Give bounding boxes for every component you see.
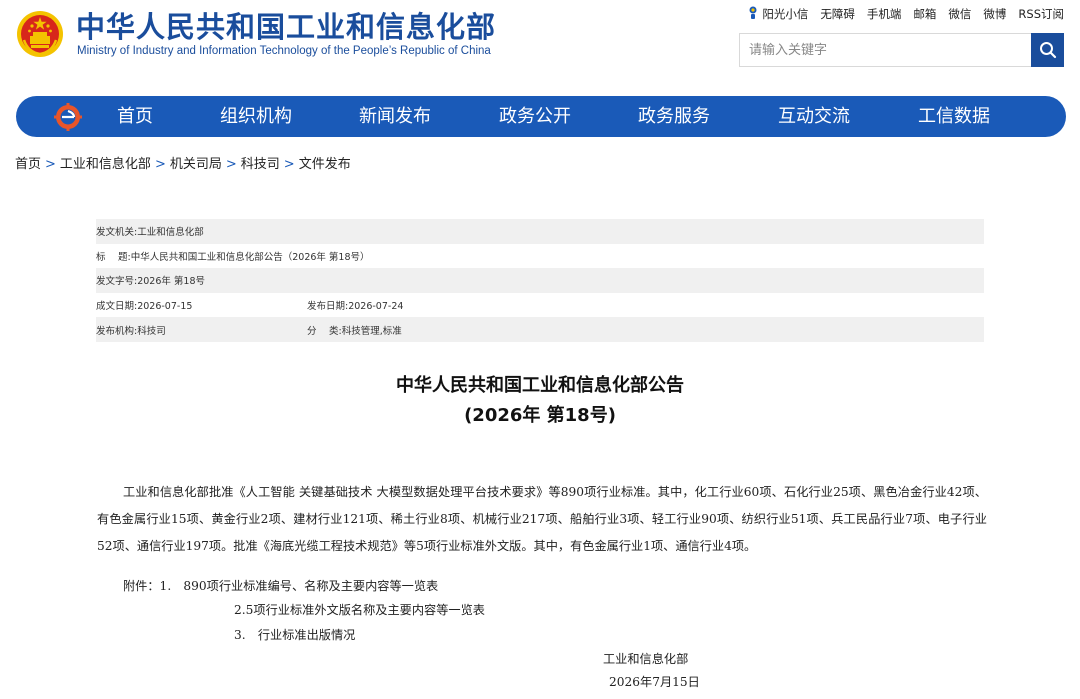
main-nav: 首页 组织机构 新闻发布 政务公开 政务服务 互动交流 工信数据 [16, 96, 1066, 137]
search-button[interactable] [1031, 33, 1064, 67]
attachment-3[interactable]: 3. 行业标准出版情况 [234, 625, 355, 643]
meta-row-doc-no: 发文字号: 2026年 第18号 [96, 268, 984, 293]
search-icon [1039, 42, 1056, 59]
top-link-rss[interactable]: RSS订阅 [1018, 6, 1064, 22]
top-link-mail[interactable]: 邮箱 [913, 6, 936, 22]
article-number: (2026年 第18号) [464, 405, 616, 426]
meta-label: 发文机关: [96, 227, 138, 239]
meta-value-publish: 2026-07-24 [348, 301, 404, 313]
breadcrumb-separator: > [45, 157, 56, 172]
nav-item-organization[interactable]: 组织机构 [220, 96, 292, 137]
meta-cell-publish: 发布日期:2026-07-24 [307, 298, 403, 312]
top-link-accessibility[interactable]: 无障碍 [820, 6, 855, 22]
meta-label: 成文日期: [96, 301, 138, 313]
site-subtitle: Ministry of Industry and Information Tec… [77, 45, 491, 57]
meta-label: 发布日期: [307, 301, 349, 313]
top-link-label: 阳光小信 [762, 7, 809, 21]
national-emblem-icon[interactable] [16, 10, 64, 58]
meta-label: 标 题: [96, 251, 131, 263]
breadcrumb-separator: > [225, 157, 237, 172]
article-title: 中华人民共和国工业和信息化部公告 [396, 375, 684, 396]
meta-value-title: 中华人民共和国工业和信息化部公告（2026年 第18号） [130, 251, 370, 263]
nav-item-services[interactable]: 政务服务 [638, 96, 710, 137]
breadcrumb: 首页 > 工业和信息化部 > 机关司局 > 科技司 > 文件发布 [15, 153, 351, 172]
meta-cell-date: 成文日期:2026-07-15 [96, 298, 307, 312]
breadcrumb-separator: > [283, 157, 295, 172]
top-links: 阳光小信 无障碍 手机端 邮箱 微信 微博 RSS订阅 [748, 6, 1064, 22]
meta-label: 发布机构: [96, 325, 138, 337]
meta-cell-org: 发布机构:科技司 [96, 323, 307, 337]
top-link-mobile[interactable]: 手机端 [867, 6, 902, 22]
breadcrumb-item-home[interactable]: 首页 [15, 157, 41, 172]
nav-item-interaction[interactable]: 互动交流 [778, 96, 850, 137]
meta-value-category: 科技管理,标准 [341, 325, 402, 337]
meta-value-doc-no: 2026年 第18号 [137, 276, 205, 288]
breadcrumb-item-departments[interactable]: 机关司局 [170, 157, 222, 172]
meta-label: 分 类: [307, 325, 342, 337]
nav-item-home[interactable]: 首页 [117, 96, 153, 137]
meta-row-org: 发布机构:科技司分 类:科技管理,标准 [96, 317, 984, 342]
top-link-wechat[interactable]: 微信 [948, 6, 971, 22]
site-title[interactable]: 中华人民共和国工业和信息化部 [76, 9, 496, 45]
nav-item-news[interactable]: 新闻发布 [359, 96, 431, 137]
site-header: 中华人民共和国工业和信息化部 Ministry of Industry and … [0, 0, 1080, 92]
sunshine-mascot-icon [749, 6, 757, 19]
miit-logo-icon[interactable] [54, 103, 82, 131]
breadcrumb-item-documents[interactable]: 文件发布 [299, 157, 351, 172]
article-body: 工业和信息化部批准《人工智能 关键基础技术 大模型数据处理平台技术要求》等890… [97, 485, 987, 553]
top-link-sunshine[interactable]: 阳光小信 [748, 6, 808, 22]
meta-value-date: 2026-07-15 [137, 301, 193, 313]
breadcrumb-item-ministry[interactable]: 工业和信息化部 [60, 157, 151, 172]
meta-row-issuer: 发文机关: 工业和信息化部 [96, 219, 984, 244]
top-link-weibo[interactable]: 微博 [983, 6, 1006, 22]
meta-cell-category: 分 类:科技管理,标准 [307, 323, 402, 337]
search-box [739, 33, 1064, 67]
meta-row-title: 标 题: 中华人民共和国工业和信息化部公告（2026年 第18号） [96, 244, 984, 269]
attachment-2[interactable]: 2.5项行业标准外文版名称及主要内容等一览表 [234, 600, 485, 618]
meta-value-issuer: 工业和信息化部 [137, 227, 204, 239]
breadcrumb-item-science-dept[interactable]: 科技司 [241, 157, 280, 172]
document-meta-table: 发文机关: 工业和信息化部 标 题: 中华人民共和国工业和信息化部公告（2026年 … [96, 219, 984, 342]
meta-label: 发文字号: [96, 276, 138, 288]
meta-value-org: 科技司 [137, 325, 166, 337]
signer: 工业和信息化部 [603, 652, 689, 666]
search-input[interactable] [740, 34, 1032, 66]
attachment-1[interactable]: 附件：1. 890项行业标准编号、名称及主要内容等一览表 [123, 576, 438, 594]
sign-date: 2026年7月15日 [609, 675, 700, 689]
nav-item-data[interactable]: 工信数据 [918, 96, 990, 137]
nav-item-open-government[interactable]: 政务公开 [499, 96, 571, 137]
breadcrumb-separator: > [154, 157, 166, 172]
meta-row-dates: 成文日期:2026-07-15 发布日期:2026-07-24 [96, 293, 984, 318]
